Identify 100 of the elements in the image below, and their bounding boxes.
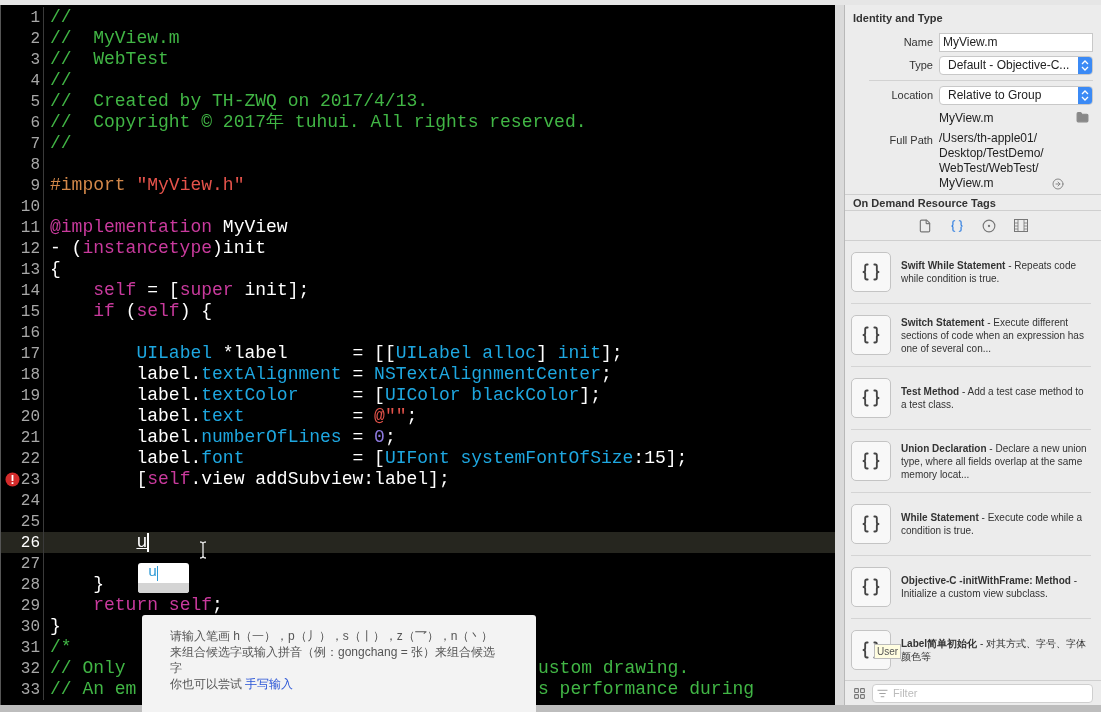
section-title: Identity and Type	[853, 11, 944, 26]
section-title: On Demand Resource Tags	[853, 196, 997, 210]
text-cursor	[147, 533, 150, 552]
code-token: //	[50, 132, 72, 155]
code-token: {	[50, 258, 61, 281]
code-token: - (	[50, 237, 83, 260]
snippet-description: Objective-C -initWithFrame: Method - Initialize a custom view subclass.	[901, 574, 1079, 600]
line-number: 15	[20, 301, 40, 323]
marked-text: u	[136, 531, 148, 554]
code-token: #import	[50, 174, 127, 197]
snippet-description: Swift While Statement - Repeats code while condition is true.	[901, 259, 1078, 285]
code-token: // WebTest	[50, 48, 169, 71]
code-token: s performance during	[538, 678, 755, 701]
text-cursor	[157, 565, 158, 581]
code-token: ];	[579, 384, 601, 407]
braces-icon[interactable]	[950, 218, 964, 233]
snippet-item[interactable]: Test Method - Add a test case method to a test class.	[851, 367, 1091, 430]
snippet-item[interactable]: Switch Statement - Execute different sections of code when an expression has one of several con...	[851, 304, 1091, 367]
snippet-description: Test Method - Add a test case method to a test class.	[901, 385, 1085, 411]
snippet-item[interactable]: Union Declaration - Declare a new union type, where all fields overlap at the same memory locat...	[851, 430, 1091, 493]
code-token: //	[50, 69, 72, 92]
dropdown[interactable]: Relative to Group	[939, 85, 1093, 105]
code-token: //	[50, 6, 72, 29]
name-field[interactable]: MyView.m	[939, 32, 1093, 52]
code-token: // Only	[50, 657, 126, 680]
line-number: 28	[20, 574, 40, 596]
code-token: label.	[136, 405, 202, 428]
code-token: ;	[384, 426, 396, 449]
code-token: *label = [[	[222, 342, 396, 365]
code-token: [	[136, 468, 148, 491]
code-token: alloc	[482, 342, 537, 365]
snippet-icon	[851, 315, 891, 355]
code-token: =	[352, 426, 365, 449]
code-token: if	[93, 300, 115, 323]
code-token: return	[93, 594, 159, 617]
code-token: systemFontOfSize	[460, 447, 634, 470]
code-token: // MyView.m	[50, 27, 180, 50]
file-name: MyView.m	[939, 109, 995, 127]
file-icon[interactable]	[918, 218, 932, 233]
code-token: textAlignment	[201, 363, 342, 386]
stepper-icon	[1078, 56, 1092, 74]
code-token: font	[201, 447, 245, 470]
line-number: 8	[30, 154, 40, 176]
snippet-description: While Statement - Execute code while a condition is true.	[901, 511, 1084, 537]
code-token: = [	[147, 279, 180, 302]
code-token: @""	[374, 405, 407, 428]
line-number: 13	[20, 259, 40, 281]
code-token: // Created by TH-ZWQ on 2017/4/13.	[50, 90, 429, 112]
snippet-item[interactable]: While Statement - Execute code while a condition is true.	[851, 493, 1091, 556]
code-token: self	[147, 468, 191, 491]
snippet-item[interactable]: Swift While Statement - Repeats code while condition is true.	[851, 241, 1091, 304]
code-token: textColor	[201, 384, 299, 407]
line-number: 21	[20, 427, 40, 449]
code-token: self	[136, 300, 180, 323]
code-token: ];	[600, 342, 623, 365]
code-token: )init	[212, 237, 267, 260]
snippet-icon	[851, 252, 891, 292]
code-token: blackColor	[471, 384, 580, 407]
snippet-description: Switch Statement - Execute different sections of code when an expression has one of several con...	[901, 315, 1085, 355]
line-number: 14	[20, 280, 40, 302]
input-hint-text: 请输入笔画 h（一），p（丿），s（丨），z（乛），n（丶）来组合候选字或输入拼音（例：gongchang = 张）来组合候选字	[170, 628, 497, 676]
snippet-item[interactable]: Objective-C -initWithFrame: Method - Initialize a custom view subclass.	[851, 556, 1091, 619]
code-token: = [	[352, 384, 385, 407]
line-number: 1	[30, 7, 40, 29]
folder-icon[interactable]	[1076, 111, 1089, 124]
line-number: 4	[30, 70, 40, 92]
line-number: 11	[20, 217, 40, 239]
field-label: Full Path	[888, 132, 933, 148]
tooltip: User	[874, 644, 902, 659]
code-token: init	[557, 342, 601, 365]
code-token: MyView	[222, 216, 288, 239]
code-token: label.	[136, 426, 202, 449]
grid-view-icon[interactable]	[853, 686, 866, 700]
line-number: 16	[20, 322, 40, 344]
code-token: init];	[244, 279, 310, 302]
code-token: // Copyright © 2017年 tuhui. All rights reserved.	[50, 111, 587, 134]
dropdown[interactable]: Default - Objective-C...	[939, 55, 1093, 75]
line-number: 33	[20, 679, 40, 701]
line-number: 19	[20, 385, 40, 407]
code-token: instancetype	[82, 237, 213, 260]
error-icon[interactable]	[5, 472, 20, 487]
line-number: 20	[20, 406, 40, 428]
code-token: text	[201, 405, 245, 428]
media-icon[interactable]	[1014, 219, 1028, 232]
code-token: 0	[374, 426, 385, 449]
i-beam-cursor-icon	[198, 541, 208, 559]
code-token: UIFont	[384, 447, 450, 470]
code-token: @implementation	[50, 216, 213, 239]
target-icon[interactable]	[982, 218, 996, 233]
line-number: 30	[20, 616, 40, 638]
code-token: UILabel	[395, 342, 472, 365]
code-token: (	[125, 300, 137, 323]
code-token: self	[168, 594, 213, 617]
filter-field[interactable]: Filter	[872, 683, 1093, 703]
handwriting-link[interactable]: 手写输入	[245, 677, 294, 691]
code-token: = [	[352, 447, 385, 470]
code-token: /*	[50, 636, 72, 659]
snippet-icon	[851, 441, 891, 481]
code-token: ustom drawing.	[538, 657, 690, 680]
code-token: ;	[406, 405, 418, 428]
